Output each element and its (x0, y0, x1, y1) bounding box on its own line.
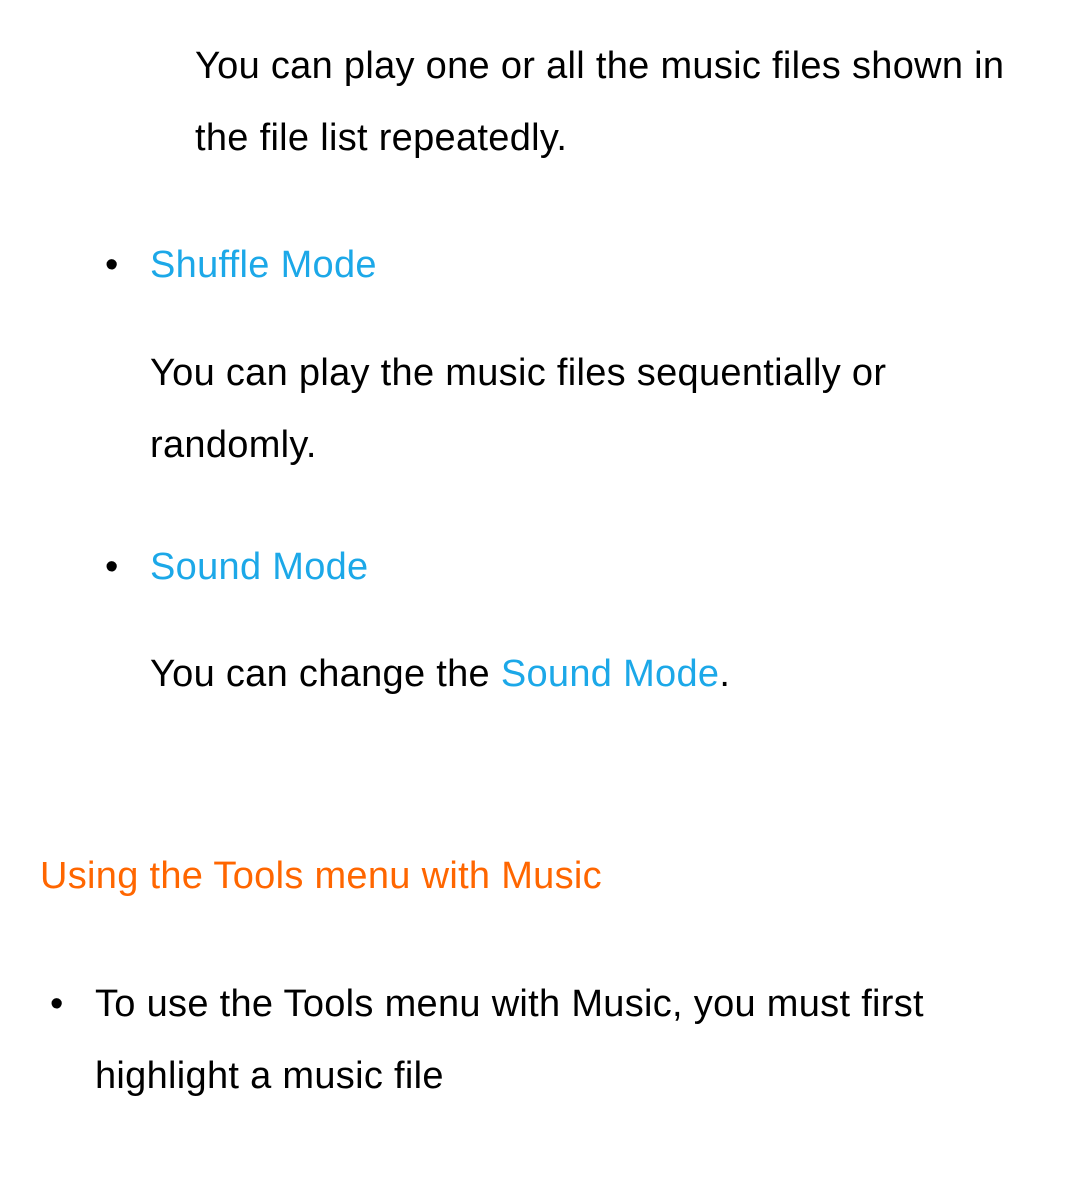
item-description: You can play the music files sequentiall… (150, 337, 1060, 481)
tools-description: To use the Tools menu with Music, you mu… (95, 968, 1060, 1112)
list-item: Shuffle Mode You can play the music file… (150, 229, 1060, 481)
item-title-sound: Sound Mode (150, 531, 1060, 603)
options-list: Shuffle Mode You can play the music file… (20, 229, 1060, 710)
section-heading: Using the Tools menu with Music (20, 840, 1060, 912)
list-item: To use the Tools menu with Music, you mu… (95, 968, 1060, 1112)
desc-prefix: You can change the (150, 653, 501, 695)
desc-suffix: . (719, 653, 730, 695)
item-description: You can change the Sound Mode. (150, 638, 1060, 710)
intro-description: You can play one or all the music files … (20, 30, 1060, 174)
list-item: Sound Mode You can change the Sound Mode… (150, 531, 1060, 710)
sound-mode-link: Sound Mode (501, 653, 720, 695)
tools-list: To use the Tools menu with Music, you mu… (20, 968, 1060, 1112)
item-title-shuffle: Shuffle Mode (150, 229, 1060, 301)
